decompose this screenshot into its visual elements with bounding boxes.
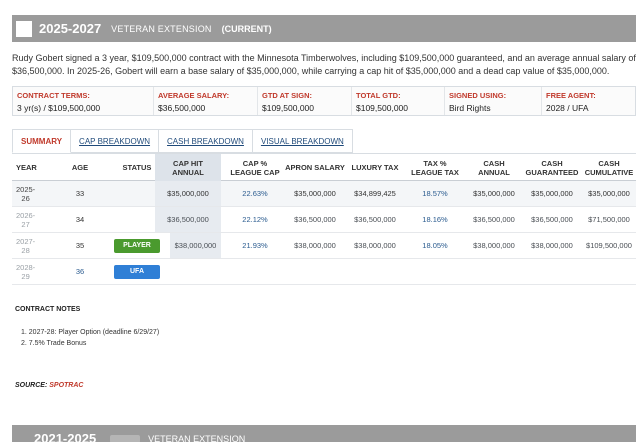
cell-tax-pct: 18.05% <box>422 241 448 250</box>
table-row: 2025- 26 33 $35,000,000 22.63% $35,000,0… <box>12 181 636 207</box>
col-cash-cumulative: CASH CUMULATIVE <box>584 158 634 177</box>
summary-signed-using: SIGNED USING: Bird Rights <box>445 87 542 115</box>
status-badge[interactable]: UFA <box>114 264 160 279</box>
cell-year: 2025- 26 <box>16 184 36 203</box>
tab-cap-breakdown[interactable]: CAP BREAKDOWN <box>71 129 160 153</box>
summary-value: Bird Rights <box>449 103 491 113</box>
contract-status: (CURRENT) <box>221 23 272 34</box>
cell-age: 36 <box>75 267 85 276</box>
cell-cap-pct: 22.63% <box>242 189 268 198</box>
summary-value: $109,500,000 <box>356 103 408 113</box>
cell-apron-salary: $36,500,000 <box>294 215 336 224</box>
tab-cash-breakdown[interactable]: CASH BREAKDOWN <box>159 129 253 153</box>
list-item: 1. 2027-28: Player Option (deadline 6/29… <box>21 329 160 336</box>
summary-gtd-at-sign: GTD AT SIGN: $109,500,000 <box>258 87 352 115</box>
summary-total-gtd: TOTAL GTD: $109,500,000 <box>352 87 445 115</box>
col-cap-pct: CAP % LEAGUE CAP <box>230 158 280 177</box>
cell-age: 33 <box>75 189 85 198</box>
contract-table: YEAR AGE STATUS CAP HIT ANNUAL CAP % LEA… <box>12 153 636 285</box>
cell-cash-cumulative: $35,000,000 <box>588 189 630 198</box>
contract-notes-title: CONTRACT NOTES <box>15 306 81 313</box>
previous-contract-type: VETERAN EXTENSION <box>148 433 246 442</box>
cell-apron-salary: $35,000,000 <box>294 189 336 198</box>
col-tax-pct: TAX % LEAGUE TAX <box>411 158 459 177</box>
previous-contract-header-bar[interactable]: 2021-2025 VETERAN EXTENSION <box>12 425 636 442</box>
summary-contract-terms: CONTRACT TERMS: 3 yr(s) / $109,500,000 <box>13 87 154 115</box>
contract-type: VETERAN EXTENSION <box>111 23 212 34</box>
contract-header-bar: 2025-2027 VETERAN EXTENSION (CURRENT) <box>12 15 636 42</box>
cell-cash-guaranteed: $38,000,000 <box>531 241 573 250</box>
contract-notes-list: 1. 2027-28: Player Option (deadline 6/29… <box>21 327 159 349</box>
previous-contract-years: 2021-2025 <box>34 431 97 442</box>
cell-cash-guaranteed: $35,000,000 <box>531 189 573 198</box>
table-row: 2028- 29 36 UFA <box>12 259 636 285</box>
cell-status: UFA <box>104 259 170 284</box>
cell-status: PLAYER <box>104 233 170 258</box>
col-luxury-tax: LUXURY TAX <box>351 163 399 172</box>
summary-label: AVERAGE SALARY: <box>158 91 230 100</box>
col-apron-salary: APRON SALARY <box>285 163 345 172</box>
table-row: 2027- 28 35 PLAYER $38,000,000 21.93% $3… <box>12 233 636 259</box>
cell-luxury-tax: $38,000,000 <box>354 241 396 250</box>
cell-tax-pct: 18.16% <box>422 215 448 224</box>
col-cash-annual: CASH ANNUAL <box>478 158 510 177</box>
tab-summary[interactable]: SUMMARY <box>12 129 72 153</box>
cell-cash-annual: $36,500,000 <box>473 215 515 224</box>
col-cap-hit[interactable]: CAP HIT ANNUAL <box>155 154 221 181</box>
summary-value: 2028 / UFA <box>546 103 589 113</box>
status-badge[interactable]: PLAYER <box>114 238 160 253</box>
table-header-row: YEAR AGE STATUS CAP HIT ANNUAL CAP % LEA… <box>12 153 636 181</box>
cell-age: 34 <box>75 215 85 224</box>
cell-tax-pct: 18.57% <box>422 189 448 198</box>
summary-label: SIGNED USING: <box>449 91 507 100</box>
summary-value: $109,500,000 <box>262 103 314 113</box>
col-year: YEAR <box>16 163 37 172</box>
cell-cash-guaranteed: $36,500,000 <box>531 215 573 224</box>
cell-cash-cumulative: $71,500,000 <box>588 215 630 224</box>
cell-year: 2028- 29 <box>16 262 36 281</box>
checkbox-square-icon[interactable] <box>16 20 32 37</box>
source-label: SOURCE: <box>15 382 48 389</box>
blurred-placeholder <box>110 434 141 442</box>
source-link[interactable]: SPOTRAC <box>49 382 83 389</box>
cell-cap-pct: 21.93% <box>242 241 268 250</box>
cell-year: 2026- 27 <box>16 210 36 229</box>
cell-cap-hit: $35,000,000 <box>155 181 221 206</box>
summary-label: FREE AGENT: <box>546 91 596 100</box>
cell-year: 2027- 28 <box>16 236 36 255</box>
contract-tabs: SUMMARY CAP BREAKDOWN CASH BREAKDOWN VIS… <box>12 129 353 153</box>
summary-average-salary: AVERAGE SALARY: $36,500,000 <box>154 87 258 115</box>
contract-description: Rudy Gobert signed a 3 year, $109,500,00… <box>12 53 636 76</box>
col-cash-guaranteed: CASH GUARANTEED <box>525 158 579 177</box>
cell-cash-annual: $38,000,000 <box>473 241 515 250</box>
cell-cap-hit: $38,000,000 <box>170 233 221 258</box>
summary-free-agent: FREE AGENT: 2028 / UFA <box>542 87 635 115</box>
summary-value: $36,500,000 <box>158 103 206 113</box>
summary-label: TOTAL GTD: <box>356 91 401 100</box>
summary-label: GTD AT SIGN: <box>262 91 312 100</box>
cell-cash-cumulative: $109,500,000 <box>586 241 632 250</box>
contract-years: 2025-2027 <box>39 21 102 36</box>
source-line: SOURCE: SPOTRAC <box>15 382 83 389</box>
list-item: 2. 7.5% Trade Bonus <box>21 340 87 347</box>
summary-value: 3 yr(s) / $109,500,000 <box>17 103 101 113</box>
contract-summary-box: CONTRACT TERMS: 3 yr(s) / $109,500,000 A… <box>12 86 636 116</box>
cell-apron-salary: $38,000,000 <box>294 241 336 250</box>
cell-luxury-tax: $36,500,000 <box>354 215 396 224</box>
tab-visual-breakdown[interactable]: VISUAL BREAKDOWN <box>252 129 353 153</box>
table-row: 2026- 27 34 $36,500,000 22.12% $36,500,0… <box>12 207 636 233</box>
cell-age: 35 <box>75 241 85 250</box>
col-age: AGE <box>71 163 89 172</box>
cell-luxury-tax: $34,899,425 <box>354 189 396 198</box>
summary-label: CONTRACT TERMS: <box>17 91 90 100</box>
cell-cap-hit: $36,500,000 <box>155 207 221 232</box>
cell-cap-pct: 22.12% <box>242 215 268 224</box>
cell-cash-annual: $35,000,000 <box>473 189 515 198</box>
